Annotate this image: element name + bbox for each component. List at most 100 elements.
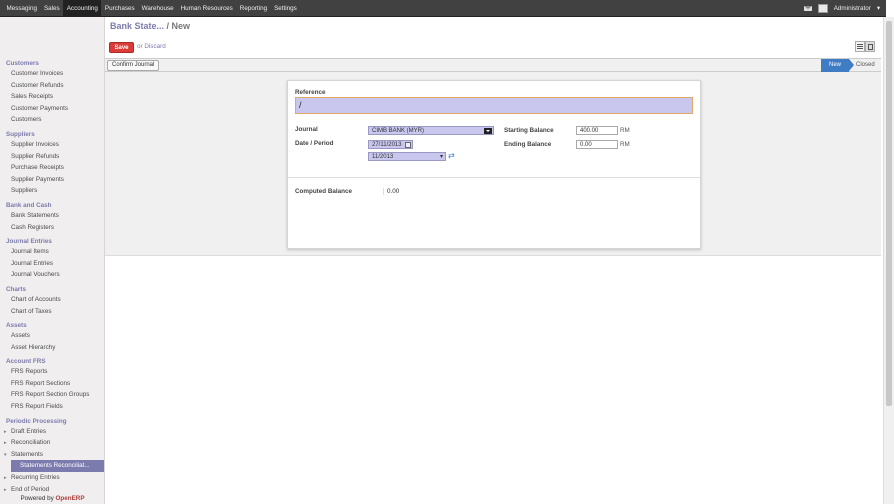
sidebar-section-suppliers: Suppliers <box>6 130 35 138</box>
mail-icon[interactable] <box>803 6 812 11</box>
starting-balance-input[interactable]: 400.00 <box>576 126 618 135</box>
menu-settings[interactable]: Settings <box>271 0 301 17</box>
menu-messaging[interactable]: Messaging <box>3 0 40 17</box>
period-select[interactable]: 11/2013 ▾ <box>368 152 446 161</box>
menu-reporting[interactable]: Reporting <box>236 0 270 17</box>
scrollbar[interactable] <box>883 17 894 504</box>
user-area: Administrator ▾ <box>803 0 880 17</box>
discard-area: or Discard <box>137 43 166 50</box>
list-view-button[interactable] <box>855 41 865 52</box>
sidebar-item-supplier-refunds[interactable]: Supplier Refunds <box>0 151 104 163</box>
computed-balance-label: Computed Balance <box>295 188 353 195</box>
sidebar-menu: Customers Customer Invoices Customer Refun… <box>0 60 104 495</box>
journal-label: Journal <box>295 126 318 133</box>
sidebar-item-customer-refunds[interactable]: Customer Refunds <box>0 80 104 92</box>
sidebar-item-frs-reports[interactable]: FRS Reports <box>0 366 104 378</box>
sidebar-item-frs-report-section-groups[interactable]: FRS Report Section Groups <box>0 389 104 401</box>
dropdown-arrow-icon[interactable] <box>484 128 492 134</box>
top-menu-bar: Messaging Sales Accounting Purchases Warehou… <box>0 0 886 17</box>
sidebar-item-supplier-payments[interactable]: Supplier Payments <box>0 174 104 186</box>
reference-input[interactable]: / <box>295 97 693 114</box>
sidebar-item-purchase-receipts[interactable]: Purchase Receipts <box>0 162 104 174</box>
sidebar-item-frs-report-fields[interactable]: FRS Report Fields <box>0 401 104 413</box>
discard-button[interactable]: Discard <box>144 43 165 50</box>
sidebar: Customers Customer Invoices Customer Refun… <box>0 17 105 504</box>
dropdown-arrow-icon[interactable]: ▾ <box>440 153 443 161</box>
form-view-button[interactable] <box>865 41 875 52</box>
sidebar-item-journal-items[interactable]: Journal Items <box>0 246 104 258</box>
sidebar-section-customers: Customers <box>6 60 39 67</box>
status-new[interactable]: New <box>821 59 854 72</box>
status-closed[interactable]: Closed <box>856 59 875 72</box>
sidebar-item-label: Recurring Entries <box>11 474 60 482</box>
sidebar-item-label: Reconciliation <box>11 439 51 447</box>
logo-area <box>0 17 104 55</box>
sidebar-section-charts: Charts <box>6 285 26 293</box>
or-text: or <box>137 43 143 50</box>
menu-accounting[interactable]: Accounting <box>63 0 102 17</box>
caret-down-icon[interactable]: ▾ <box>4 450 11 462</box>
sidebar-item-end-of-period[interactable]: ▸ End of Period <box>0 484 104 496</box>
menu-purchases[interactable]: Purchases <box>101 0 138 17</box>
breadcrumb-current: / New <box>166 21 191 31</box>
journal-select[interactable]: CIMB BANK (MYR) <box>368 126 494 135</box>
sidebar-section-account-frs: Account FRS <box>6 358 46 366</box>
date-period-label: Date / Period <box>295 140 334 147</box>
sidebar-item-label: Draft Entries <box>11 427 46 435</box>
period-value: 11/2013 <box>372 154 394 160</box>
sidebar-section-assets: Assets <box>6 322 27 330</box>
sidebar-item-label: End of Period <box>11 485 50 493</box>
sidebar-item-customers[interactable]: Customers <box>0 114 104 126</box>
sidebar-item-bank-statements[interactable]: Bank Statements <box>0 210 104 222</box>
reference-label: Reference <box>295 89 326 96</box>
scrollbar-thumb[interactable] <box>886 21 892 406</box>
menu-warehouse[interactable]: Warehouse <box>138 0 177 17</box>
sidebar-item-statements[interactable]: ▾ Statements <box>0 449 104 461</box>
sidebar-section-bank-and-cash: Bank and Cash <box>6 201 52 209</box>
sidebar-item-journal-entries[interactable]: Journal Entries <box>0 258 104 270</box>
calendar-icon[interactable] <box>405 142 411 148</box>
breadcrumb-bank-statements[interactable]: Bank State... <box>110 21 164 31</box>
sidebar-section-journal-entries: Journal Entries <box>6 238 52 246</box>
sidebar-item-frs-report-sections[interactable]: FRS Report Sections <box>0 378 104 390</box>
menu-human-resources[interactable]: Human Resources <box>177 0 236 17</box>
confirm-journal-button[interactable]: Confirm Journal <box>107 60 160 71</box>
sidebar-item-assets[interactable]: Assets <box>0 330 104 342</box>
sidebar-item-recurring-entries[interactable]: ▸ Recurring Entries <box>0 472 104 484</box>
sidebar-item-cash-registers[interactable]: Cash Registers <box>0 222 104 234</box>
divider <box>288 177 700 178</box>
caret-right-icon[interactable]: ▸ <box>4 473 11 485</box>
avatar[interactable] <box>817 4 828 13</box>
currency-label: RM <box>620 141 630 148</box>
date-input[interactable]: 27/11/2013 <box>368 140 413 149</box>
powered-by-text: Powered by <box>20 495 56 502</box>
sidebar-item-draft-entries[interactable]: ▸ Draft Entries <box>0 426 104 438</box>
chevron-down-icon[interactable]: ▾ <box>877 5 880 12</box>
open-link-icon[interactable]: ⇄ <box>448 151 455 160</box>
sidebar-item-statements-reconciliat[interactable]: Statements Reconciliat... <box>11 460 104 473</box>
currency-label: RM <box>620 127 630 134</box>
sidebar-item-chart-of-accounts[interactable]: Chart of Accounts <box>0 294 104 306</box>
openerp-link[interactable]: OpenERP <box>55 495 84 502</box>
status-bar: Confirm Journal New Closed <box>105 58 881 72</box>
list-icon <box>857 44 863 49</box>
sidebar-item-asset-hierarchy[interactable]: Asset Hierarchy <box>0 342 104 354</box>
sidebar-item-chart-of-taxes[interactable]: Chart of Taxes <box>0 306 104 318</box>
sidebar-item-reconciliation[interactable]: ▸ Reconciliation <box>0 437 104 449</box>
date-value: 27/11/2013 <box>372 142 402 148</box>
ending-balance-input[interactable]: 0.00 <box>576 140 618 149</box>
sidebar-item-sales-receipts[interactable]: Sales Receipts <box>0 91 104 103</box>
main-menu: Messaging Sales Accounting Purchases Warehou… <box>3 0 300 17</box>
sidebar-item-journal-vouchers[interactable]: Journal Vouchers <box>0 269 104 281</box>
sidebar-item-customer-payments[interactable]: Customer Payments <box>0 103 104 115</box>
sidebar-section-periodic-processing: Periodic Processing <box>6 417 67 425</box>
powered-by: Powered by OpenERP <box>0 495 105 502</box>
sidebar-item-supplier-invoices[interactable]: Supplier Invoices <box>0 139 104 151</box>
journal-value: CIMB BANK (MYR) <box>372 128 425 134</box>
menu-sales[interactable]: Sales <box>40 0 63 17</box>
sidebar-item-suppliers[interactable]: Suppliers <box>0 185 104 197</box>
form-sheet: Reference / Journal CIMB BANK (MYR) Date… <box>287 80 701 249</box>
user-menu[interactable]: Administrator <box>834 5 871 12</box>
sidebar-item-customer-invoices[interactable]: Customer Invoices <box>0 68 104 80</box>
save-button[interactable]: Save <box>109 42 134 53</box>
